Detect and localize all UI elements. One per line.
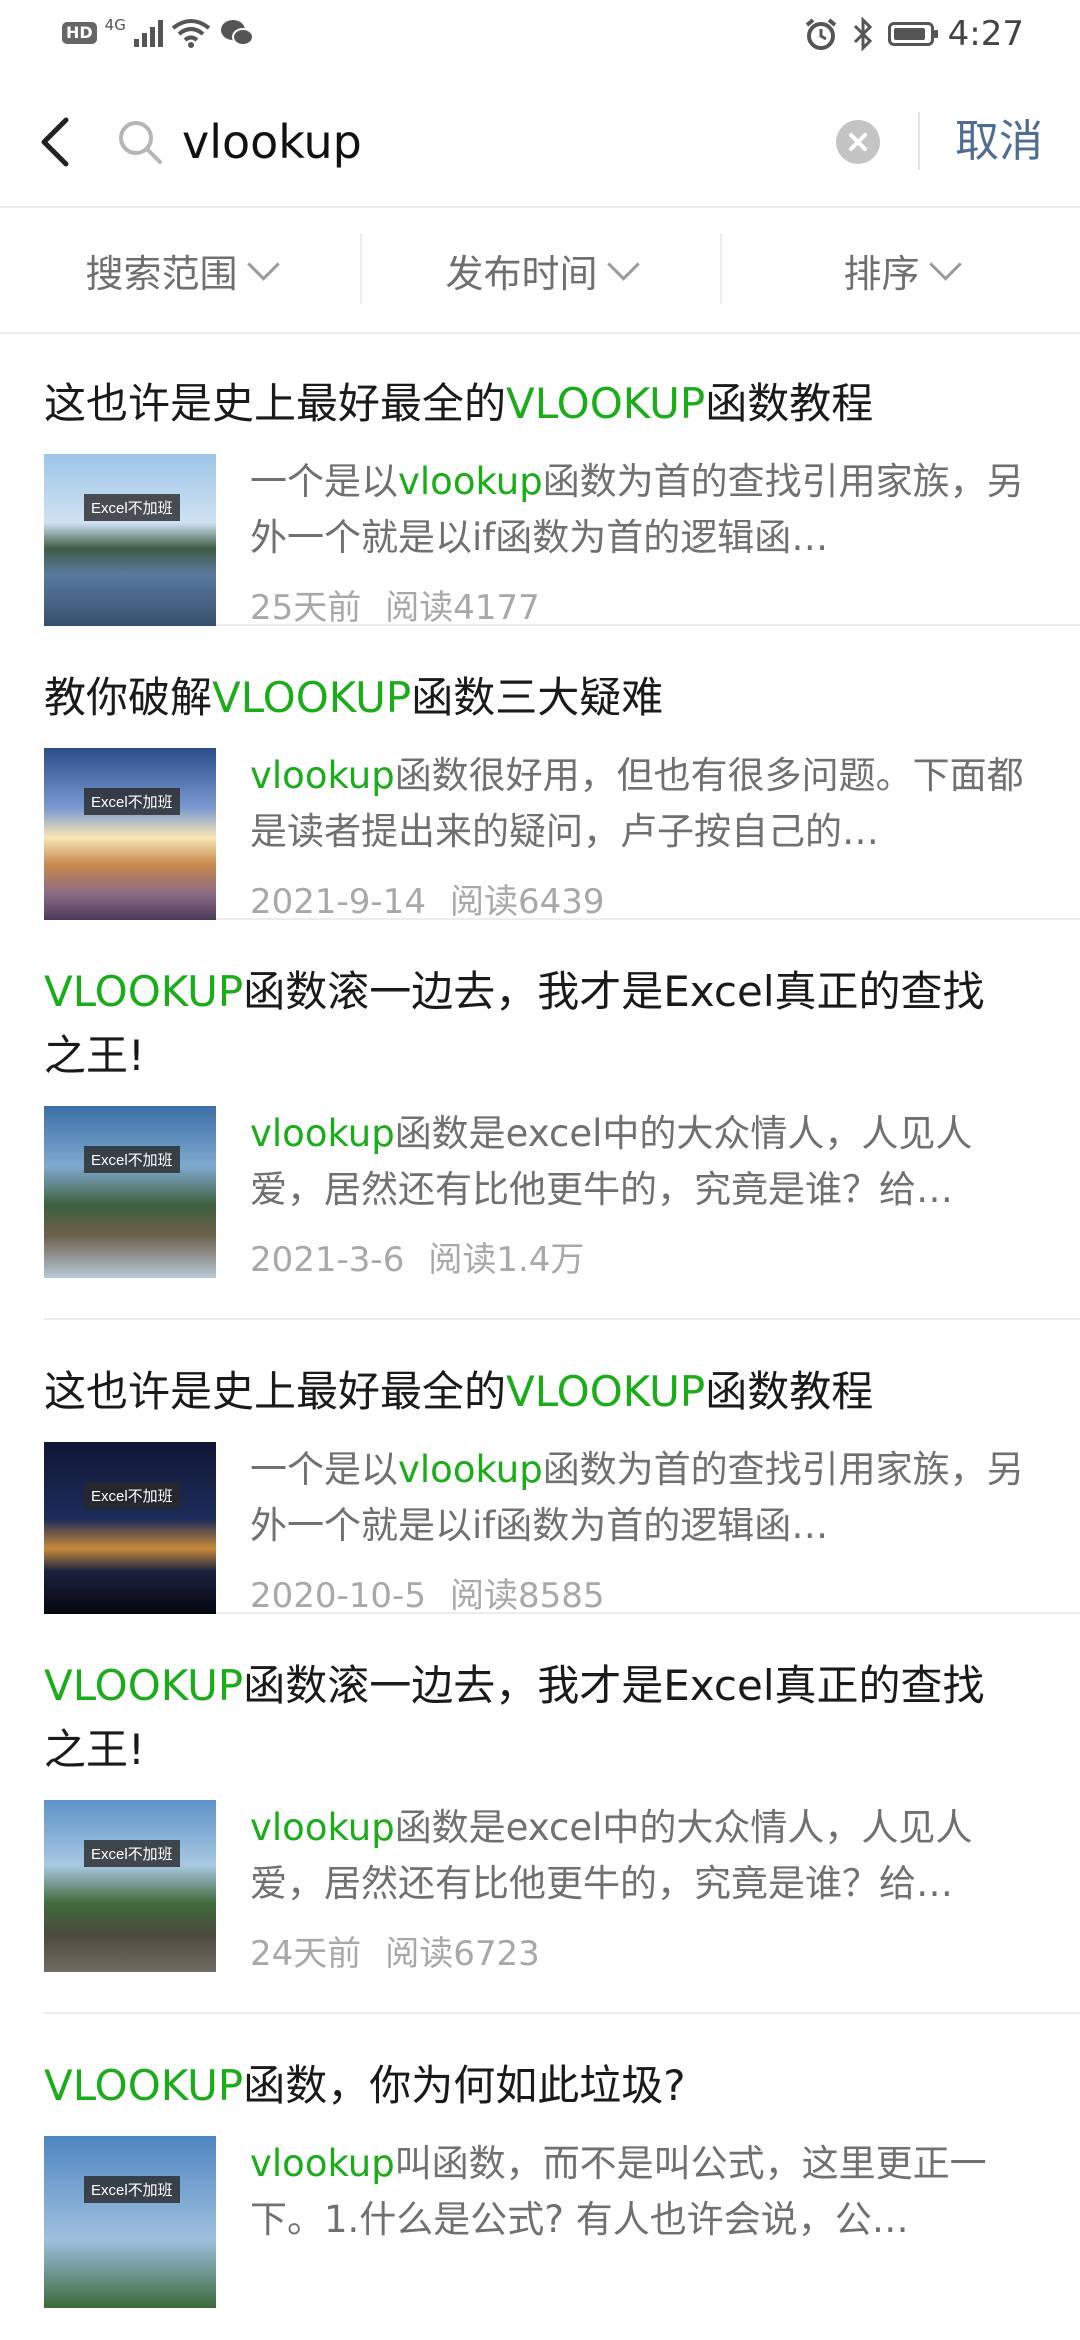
- filter-bar: 搜索范围 发布时间 排序: [0, 208, 1080, 334]
- thumbnail-tag: Excel不加班: [84, 1482, 180, 1509]
- result-title: VLOOKUP函数滚一边去，我才是Excel真正的查找之王!: [44, 967, 985, 1080]
- clear-icon[interactable]: [836, 120, 880, 164]
- cancel-button[interactable]: 取消: [955, 112, 1043, 172]
- chevron-down-icon: [246, 247, 280, 281]
- result-reads: 阅读6723: [385, 1934, 540, 1974]
- chevron-down-icon: [606, 247, 640, 281]
- search-header: vlookup 取消: [0, 72, 1080, 208]
- result-title: 这也许是史上最好最全的VLOOKUP函数教程: [44, 379, 874, 428]
- search-input[interactable]: vlookup: [182, 112, 362, 172]
- result-meta: 24天前 阅读6723: [250, 1926, 1030, 1975]
- result-thumbnail: Excel不加班: [44, 2136, 216, 2308]
- result-thumbnail: Excel不加班: [44, 1442, 216, 1614]
- status-left: HD 4G: [62, 16, 255, 48]
- network-type: 4G: [104, 16, 126, 34]
- bluetooth-icon: [853, 17, 872, 51]
- chevron-down-icon: [928, 247, 962, 281]
- result-summary: vlookup函数是excel中的大众情人，人见人爱，居然还有比他更牛的，究竟是…: [250, 1112, 973, 1211]
- result-summary: vlookup函数是excel中的大众情人，人见人爱，居然还有比他更牛的，究竟是…: [250, 1806, 973, 1905]
- battery-icon: [887, 22, 938, 46]
- alarm-icon: [805, 18, 836, 50]
- result-date: 24天前: [250, 1934, 362, 1974]
- result-date: 2021-9-14: [250, 882, 426, 922]
- results-list: 这也许是史上最好最全的VLOOKUP函数教程 Excel不加班 一个是以vloo…: [44, 332, 1080, 2308]
- result-meta: 2020-10-5 阅读8585: [250, 1568, 1030, 1617]
- result-item[interactable]: 这也许是史上最好最全的VLOOKUP函数教程 Excel不加班 一个是以vloo…: [44, 332, 1080, 629]
- filter-scope[interactable]: 搜索范围: [0, 208, 360, 332]
- result-title: 这也许是史上最好最全的VLOOKUP函数教程: [44, 1367, 874, 1416]
- result-date: 25天前: [250, 588, 362, 628]
- thumbnail-tag: Excel不加班: [84, 2176, 180, 2203]
- result-thumbnail: Excel不加班: [44, 748, 216, 920]
- result-item[interactable]: VLOOKUP函数，你为何如此垃圾? Excel不加班 vlookup叫函数，而…: [44, 2014, 1080, 2308]
- filter-sort[interactable]: 排序: [720, 208, 1080, 332]
- search-icon: [119, 121, 162, 164]
- result-reads: 阅读1.4万: [428, 1240, 585, 1280]
- result-title: VLOOKUP函数滚一边去，我才是Excel真正的查找之王!: [44, 1661, 985, 1774]
- result-item[interactable]: 教你破解VLOOKUP函数三大疑难 Excel不加班 vlookup函数很好用，…: [44, 626, 1080, 923]
- result-meta: 25天前 阅读4177: [250, 580, 1030, 629]
- result-title: 教你破解VLOOKUP函数三大疑难: [44, 673, 664, 722]
- wechat-icon: [220, 20, 254, 46]
- filter-label: 发布时间: [445, 251, 598, 296]
- filter-time[interactable]: 发布时间: [360, 208, 720, 332]
- hd-icon: HD: [62, 22, 97, 44]
- result-item[interactable]: VLOOKUP函数滚一边去，我才是Excel真正的查找之王! Excel不加班 …: [44, 1614, 1080, 2014]
- thumbnail-tag: Excel不加班: [84, 494, 180, 521]
- result-reads: 阅读4177: [385, 588, 540, 628]
- filter-label: 搜索范围: [85, 251, 238, 296]
- result-reads: 阅读6439: [449, 882, 605, 922]
- result-reads: 阅读8585: [449, 1576, 605, 1616]
- result-date: 2020-10-5: [250, 1576, 426, 1616]
- result-thumbnail: Excel不加班: [44, 454, 216, 626]
- thumbnail-tag: Excel不加班: [84, 1840, 180, 1867]
- wifi-icon: [171, 19, 211, 48]
- thumbnail-tag: Excel不加班: [84, 1146, 180, 1173]
- status-bar: HD 4G 4:27: [0, 0, 1080, 72]
- result-summary: 一个是以vlookup函数为首的查找引用家族，另外一个就是以if函数为首的逻辑函…: [250, 460, 1024, 559]
- result-thumbnail: Excel不加班: [44, 1800, 216, 1972]
- result-item[interactable]: VLOOKUP函数滚一边去，我才是Excel真正的查找之王! Excel不加班 …: [44, 920, 1080, 1320]
- back-icon[interactable]: [36, 116, 76, 168]
- result-summary: vlookup叫函数，而不是叫公式，这里更正一下。1.什么是公式? 有人也许会说…: [250, 2142, 987, 2241]
- result-item[interactable]: 这也许是史上最好最全的VLOOKUP函数教程 Excel不加班 一个是以vloo…: [44, 1320, 1080, 1617]
- filter-label: 排序: [843, 251, 920, 296]
- result-thumbnail: Excel不加班: [44, 1106, 216, 1278]
- result-summary: vlookup函数很好用，但也有很多问题。下面都是读者提出来的疑问，卢子按自己的…: [250, 754, 1024, 853]
- result-meta: 2021-9-14 阅读6439: [250, 874, 1030, 923]
- signal-icon: [133, 19, 163, 47]
- result-title: VLOOKUP函数，你为何如此垃圾?: [44, 2061, 686, 2110]
- result-meta: 2021-3-6 阅读1.4万: [250, 1232, 1030, 1281]
- result-summary: 一个是以vlookup函数为首的查找引用家族，另外一个就是以if函数为首的逻辑函…: [250, 1448, 1024, 1547]
- divider: [918, 112, 920, 170]
- result-date: 2021-3-6: [250, 1240, 405, 1280]
- status-time: 4:27: [947, 14, 1024, 54]
- status-right: 4:27: [804, 14, 1024, 54]
- thumbnail-tag: Excel不加班: [84, 788, 180, 815]
